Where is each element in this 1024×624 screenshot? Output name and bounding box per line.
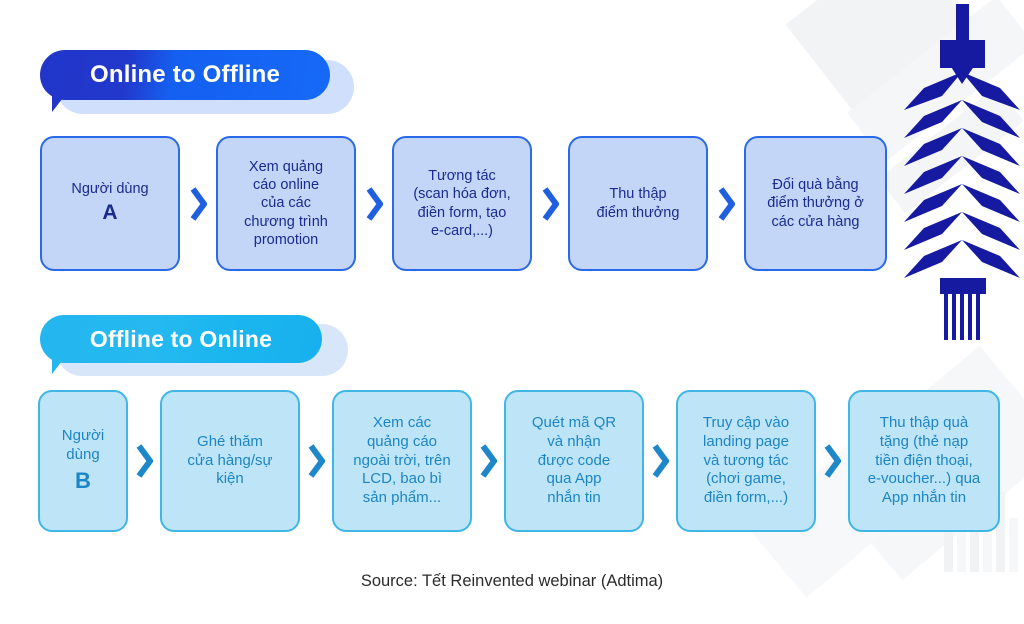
flow-step-node[interactable]: Quét mã QR và nhận được code qua App nhắ… — [504, 390, 644, 532]
flow-step-node[interactable]: Thu thập điểm thưởng — [568, 136, 708, 271]
flow-step-text: Tương tác (scan hóa đơn, điền form, tạo … — [413, 167, 511, 239]
source-caption: Source: Tết Reinvented webinar (Adtima) — [360, 572, 664, 590]
flow-step-node[interactable]: Người dùng A — [40, 136, 180, 271]
flow-step-node[interactable]: Thu thập quà tặng (thẻ nạp tiền điện tho… — [848, 390, 1000, 532]
flow-row-offline-to-online: Người dùng B Ghé thăm cửa hàng/sự kiện X… — [38, 390, 1000, 532]
flow-step-text: Ghé thăm cửa hàng/sự kiện — [187, 432, 273, 488]
flow-step-text: Người dùng — [61, 427, 105, 464]
flow-step-text: Xem các quảng cáo ngoài trời, trên LCD, … — [353, 413, 451, 507]
flow-row-online-to-offline: Người dùng A Xem quảng cáo online của cá… — [40, 136, 887, 271]
chevron-right-icon — [532, 186, 568, 221]
flow-step-text: Thu thập điểm thưởng — [596, 186, 680, 221]
flow-step-node[interactable]: Xem quảng cáo online của các chương trìn… — [216, 136, 356, 271]
flow-step-node[interactable]: Truy cập vào landing page và tương tác (… — [676, 390, 816, 532]
chevron-right-icon — [644, 444, 676, 478]
flow-step-text: Người dùng — [71, 181, 149, 198]
flow-step-text: Quét mã QR và nhận được code qua App nhắ… — [531, 413, 617, 507]
chevron-right-icon — [472, 444, 504, 478]
flow-step-emphasis: A — [102, 201, 118, 225]
section-badge-offline-to-online: Offline to Online — [40, 315, 348, 376]
flow-step-node[interactable]: Đổi quà bằng điểm thưởng ở các cửa hàng — [744, 136, 887, 271]
badge-label-offline-to-online: Offline to Online — [40, 315, 322, 363]
flow-step-node[interactable]: Xem các quảng cáo ngoài trời, trên LCD, … — [332, 390, 472, 532]
firecracker-ornament — [900, 0, 1024, 340]
flow-step-text: Thu thập quà tặng (thẻ nạp tiền điện tho… — [867, 413, 981, 507]
flow-step-text: Đổi quà bằng điểm thưởng ở các cửa hàng — [767, 177, 864, 230]
background-column — [1009, 518, 1018, 572]
chevron-right-icon — [300, 444, 332, 478]
chevron-right-icon — [356, 186, 392, 221]
chevron-right-icon — [708, 186, 744, 221]
badge-label-online-to-offline: Online to Offline — [40, 50, 330, 100]
flow-step-text: Truy cập vào landing page và tương tác (… — [702, 413, 790, 507]
flow-step-node[interactable]: Tương tác (scan hóa đơn, điền form, tạo … — [392, 136, 532, 271]
chevron-right-icon — [128, 444, 160, 478]
flow-step-emphasis: B — [75, 468, 91, 494]
chevron-right-icon — [816, 444, 848, 478]
section-badge-online-to-offline: Online to Offline — [40, 50, 354, 114]
flow-step-text: Xem quảng cáo online của các chương trìn… — [244, 158, 328, 248]
flow-step-node[interactable]: Người dùng B — [38, 390, 128, 532]
chevron-right-icon — [180, 186, 216, 221]
flow-step-node[interactable]: Ghé thăm cửa hàng/sự kiện — [160, 390, 300, 532]
